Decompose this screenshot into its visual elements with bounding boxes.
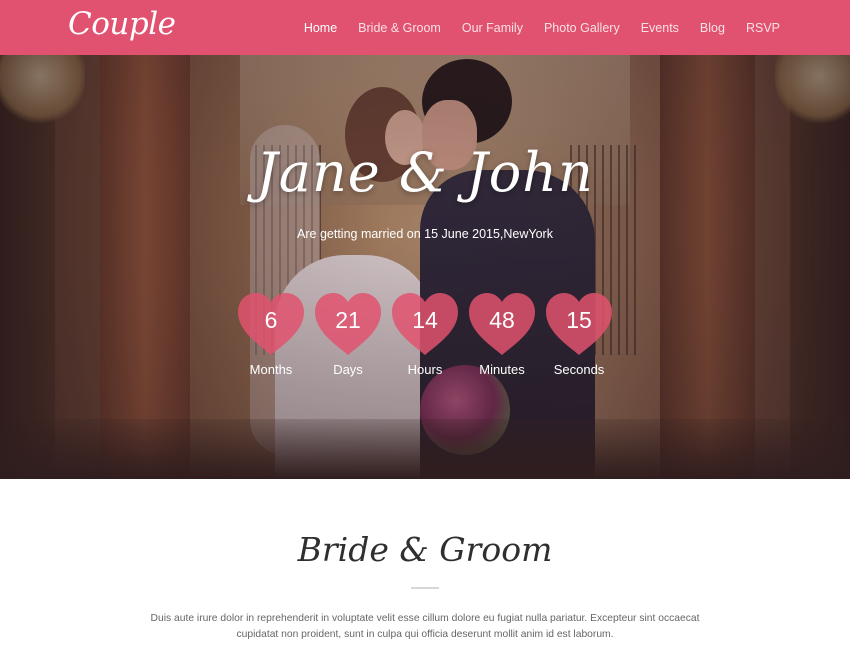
countdown-value: 48 — [489, 307, 515, 333]
wedding-subtitle: Are getting married on 15 June 2015,NewY… — [297, 227, 553, 241]
nav-our-family[interactable]: Our Family — [462, 21, 523, 35]
header-bar: Couple Home Bride & Groom Our Family Pho… — [0, 0, 850, 55]
countdown-value: 14 — [412, 307, 438, 333]
countdown-days: 21 Days — [313, 291, 383, 381]
countdown-value: 15 — [566, 307, 592, 333]
nav-home[interactable]: Home — [304, 21, 337, 35]
countdown-label: Seconds — [553, 362, 605, 377]
bride-groom-description: Duis aute irure dolor in reprehenderit i… — [150, 613, 700, 640]
countdown-minutes: 48 Minutes — [467, 291, 537, 381]
countdown-value: 21 — [335, 307, 361, 333]
section-divider — [411, 587, 439, 589]
countdown-months: 6 Months — [236, 291, 306, 381]
hero-banner: Jane & John Are getting married on 15 Ju… — [0, 55, 850, 479]
countdown-value: 6 — [264, 307, 278, 333]
nav-blog[interactable]: Blog — [700, 21, 725, 35]
main-nav: Home Bride & Groom Our Family Photo Gall… — [304, 0, 780, 55]
nav-events[interactable]: Events — [641, 21, 679, 35]
nav-photo-gallery[interactable]: Photo Gallery — [544, 21, 620, 35]
nav-rsvp[interactable]: RSVP — [746, 21, 780, 35]
bride-groom-heading: Bride & Groom — [297, 530, 553, 569]
countdown-hours: 14 Hours — [390, 291, 460, 381]
countdown-seconds: 15 Seconds — [544, 291, 614, 381]
site-logo[interactable]: Couple — [68, 6, 176, 42]
nav-bride-groom[interactable]: Bride & Groom — [358, 21, 441, 35]
countdown-timer: 6 Months 21 Days 14 Hours 48 Minutes 15 … — [236, 291, 614, 381]
couple-names: Jane & John — [256, 141, 594, 204]
